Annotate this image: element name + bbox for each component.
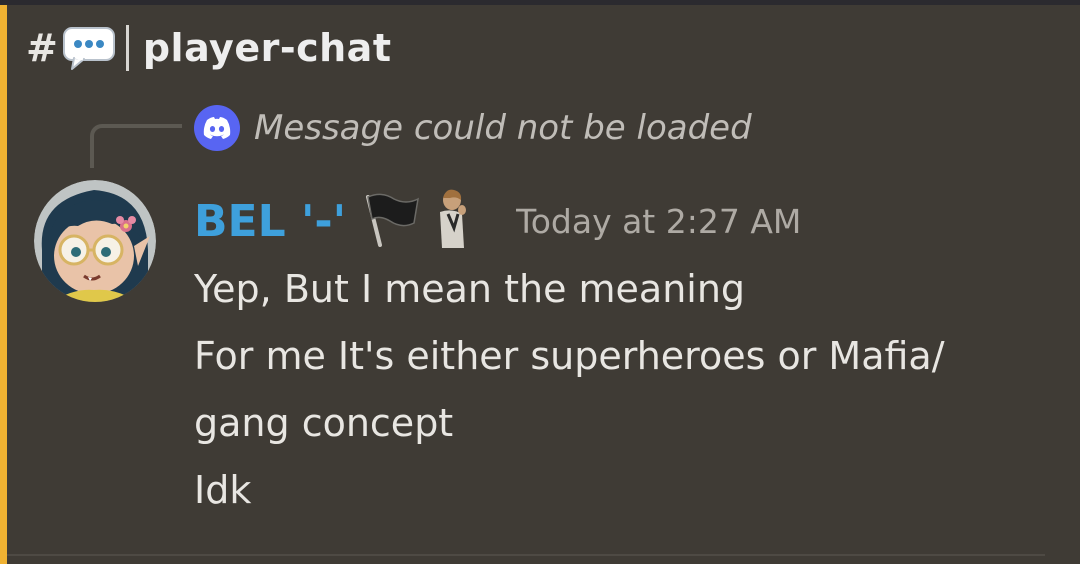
black-flag-icon[interactable] — [360, 191, 422, 251]
discord-logo-icon — [194, 105, 240, 151]
message-body: Yep, But I mean the meaning For me It's … — [194, 256, 1054, 524]
hash-icon: # — [26, 26, 58, 70]
reply-spine — [90, 124, 182, 168]
channel-name: player-chat — [142, 26, 392, 70]
channel-header[interactable]: # player-chat — [26, 22, 391, 74]
reply-text: Message could not be loaded — [254, 108, 752, 148]
message-header: BEL '-' Today at 2:27 AM — [194, 186, 801, 256]
header-divider — [125, 25, 129, 71]
message-line: For me It's either superheroes or Mafia/ — [194, 334, 945, 378]
message-timestamp: Today at 2:27 AM — [516, 201, 802, 241]
reply-preview[interactable]: Message could not be loaded — [194, 104, 752, 152]
highlight-bar — [0, 5, 7, 564]
username[interactable]: BEL '-' — [194, 196, 346, 247]
message-line: gang concept — [194, 401, 454, 445]
message-line: Yep, But I mean the meaning — [194, 267, 746, 311]
person-sticker-icon[interactable] — [434, 188, 474, 254]
speech-bubble-icon — [62, 27, 115, 70]
top-border — [0, 0, 1080, 5]
message-line: Idk — [194, 468, 252, 512]
bottom-divider — [7, 554, 1045, 556]
avatar[interactable] — [34, 180, 156, 302]
